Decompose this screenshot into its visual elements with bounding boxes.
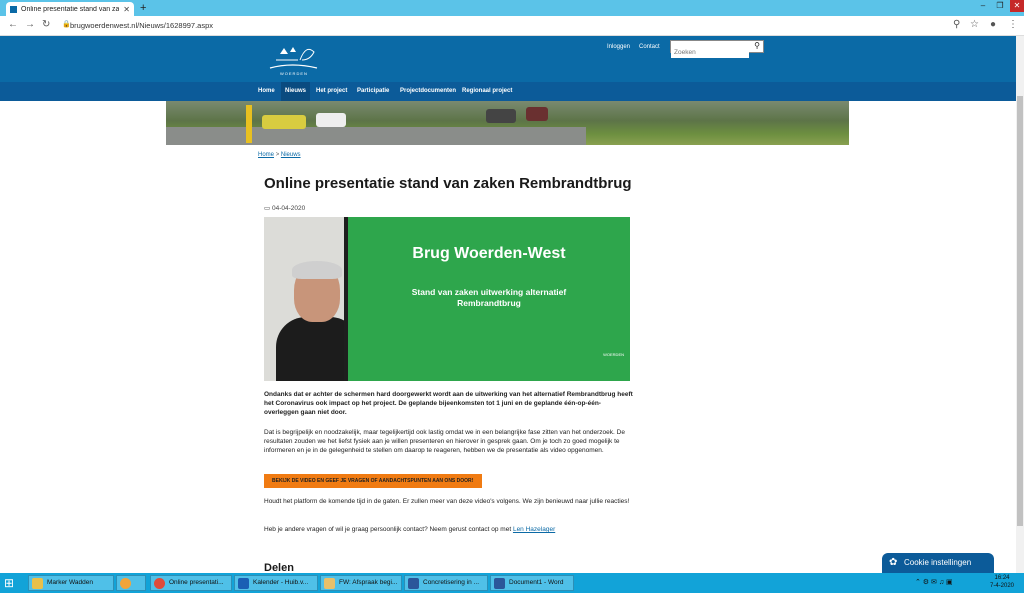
browser-tab[interactable]: Online presentatie stand van zaken ✕ <box>6 2 134 16</box>
page-scrollbar[interactable] <box>1016 36 1024 573</box>
outlook-icon <box>238 578 249 589</box>
taskbar-item-outlook-calendar[interactable]: Kalender - Huib.v... <box>234 575 318 591</box>
minimize-icon[interactable]: – <box>976 0 990 12</box>
browser-tabstrip: Online presentatie stand van zaken ✕ + –… <box>0 0 1024 16</box>
address-bar: ← → ↻ 🔒 brugwoerdenwest.nl/Nieuws/162899… <box>0 16 1024 36</box>
taskbar-item-word-document[interactable]: Document1 - Word <box>490 575 574 591</box>
close-tab-icon[interactable]: ✕ <box>123 5 130 14</box>
forward-icon[interactable]: → <box>25 19 35 30</box>
chrome-icon <box>154 578 165 589</box>
nav-item-nieuws[interactable]: Nieuws <box>281 82 311 101</box>
taskbar-item-chrome[interactable]: Online presentati... <box>150 575 232 591</box>
banner-car <box>316 113 346 127</box>
login-link[interactable]: Inloggen <box>607 44 630 50</box>
hero-banner-image <box>166 101 849 145</box>
video-subtitle-line-2: Rembrandtbrug <box>457 298 521 308</box>
banner-road <box>166 127 586 145</box>
main-nav: Home Nieuws Het project Participatie Pro… <box>0 82 1016 101</box>
page-title: Online presentatie stand van zaken Rembr… <box>264 175 632 192</box>
search-input[interactable] <box>671 47 749 58</box>
windows-start-icon[interactable]: ⊞ <box>4 576 14 590</box>
nav-item-regionaal-project[interactable]: Regionaal project <box>458 82 516 101</box>
mail-icon <box>324 578 335 589</box>
breadcrumb: Home > Nieuws <box>258 152 301 158</box>
cookie-label: Cookie instellingen <box>904 558 972 567</box>
tab-title: Online presentatie stand van zaken <box>21 5 119 13</box>
article-contact-paragraph: Heb je andere vragen of wil je graag per… <box>264 525 634 534</box>
cookie-icon: ✿ <box>889 557 898 568</box>
word-icon <box>408 578 419 589</box>
taskbar-item-label: FW: Afspraak begi... <box>339 579 398 586</box>
contact-link[interactable]: Len Hazelager <box>513 526 555 533</box>
reload-icon[interactable]: ↻ <box>42 19 50 30</box>
clock-app-icon <box>120 578 131 589</box>
taskbar-item-label: Document1 - Word <box>509 579 564 586</box>
site-header: WOERDEN Inloggen Contact ⚲ <box>0 36 1016 82</box>
breadcrumb-separator: > <box>275 152 280 158</box>
contact-text: Heb je andere vragen of wil je graag per… <box>264 526 512 533</box>
watch-video-button[interactable]: BEKIJK DE VIDEO EN GEEF JE VRAGEN OF AAN… <box>264 474 482 488</box>
close-window-icon[interactable]: ✕ <box>1010 0 1024 12</box>
date-text: 04-04-2020 <box>271 205 306 212</box>
search-icon[interactable]: ⚲ <box>754 41 760 50</box>
video-screen: Brug Woerden-West Stand van zaken uitwer… <box>344 217 630 381</box>
folder-icon <box>32 578 43 589</box>
calendar-icon: ▭ <box>264 205 271 212</box>
taskbar-item-mail[interactable]: FW: Afspraak begi... <box>320 575 402 591</box>
system-tray-icons[interactable]: ⌃ ⚙ ✉ ♫ ▣ <box>915 578 953 586</box>
article-date: ▭ 04-04-2020 <box>264 204 305 212</box>
window-controls: – ❐ ✕ <box>973 0 1024 14</box>
video-subtitle-line-1: Stand van zaken uitwerking alternatief <box>411 287 567 297</box>
taskbar-item-label: Marker Wadden <box>47 579 93 586</box>
taskbar-item-label: Kalender - Huib.v... <box>253 579 309 586</box>
bookmark-star-icon[interactable]: ☆ <box>970 19 979 30</box>
taskbar-item-clock[interactable] <box>116 575 146 591</box>
nav-item-home[interactable]: Home <box>254 82 279 101</box>
banner-car <box>262 115 306 129</box>
taskbar-item-label: Online presentati... <box>169 579 224 586</box>
zoom-icon[interactable]: ⚲ <box>953 19 960 30</box>
article-paragraph: Dat is begrijpelijk en noodzakelijk, maa… <box>264 429 625 454</box>
nav-item-projectdocumenten[interactable]: Projectdocumenten <box>396 82 460 101</box>
cookie-settings-button[interactable]: ✿ Cookie instellingen <box>882 553 994 573</box>
taskbar-item-word-concretisering[interactable]: Concretisering in ... <box>404 575 488 591</box>
word-icon <box>494 578 505 589</box>
banner-pole <box>246 105 252 143</box>
taskbar-item-explorer[interactable]: Marker Wadden <box>28 575 114 591</box>
back-icon[interactable]: ← <box>8 19 18 30</box>
video-logo: WOERDEN <box>603 352 624 357</box>
taskbar-item-label: Concretisering in ... <box>423 579 479 586</box>
search-box: ⚲ <box>670 40 764 58</box>
menu-kebab-icon[interactable]: ⋮ <box>1008 19 1018 30</box>
contact-link[interactable]: Contact <box>639 44 660 50</box>
scrollbar-thumb[interactable] <box>1017 96 1023 526</box>
article-intro: Ondanks dat er achter de schermen hard d… <box>264 391 633 416</box>
profile-icon[interactable]: ● <box>990 19 996 30</box>
video-screen-subtitle: Stand van zaken uitwerking alternatief R… <box>348 287 630 309</box>
video-thumbnail[interactable]: Brug Woerden-West Stand van zaken uitwer… <box>264 217 630 381</box>
video-screen-title: Brug Woerden-West <box>412 245 566 262</box>
presenter-hair <box>292 261 342 279</box>
new-tab-icon[interactable]: + <box>140 2 146 14</box>
windows-taskbar: ⊞ Marker Wadden Online presentati... Kal… <box>0 573 1024 593</box>
breadcrumb-current-link[interactable]: Nieuws <box>281 152 301 158</box>
banner-car <box>526 107 548 121</box>
nav-item-participatie[interactable]: Participatie <box>353 82 393 101</box>
url-field[interactable]: brugwoerdenwest.nl/Nieuws/1628997.aspx <box>70 21 213 30</box>
nav-item-het-project[interactable]: Het project <box>312 82 351 101</box>
article-paragraph: Houdt het platform de komende tijd in de… <box>264 498 630 505</box>
taskbar-clock[interactable]: 16:24 7-4-2020 <box>990 574 1014 590</box>
banner-car <box>486 109 516 123</box>
site-favicon-icon <box>10 5 17 13</box>
breadcrumb-home-link[interactable]: Home <box>258 152 274 158</box>
logo-text: WOERDEN <box>280 71 308 76</box>
clock-date: 7-4-2020 <box>990 583 1015 589</box>
restore-icon[interactable]: ❐ <box>993 0 1007 12</box>
clock-time: 16:24 <box>994 575 1010 581</box>
